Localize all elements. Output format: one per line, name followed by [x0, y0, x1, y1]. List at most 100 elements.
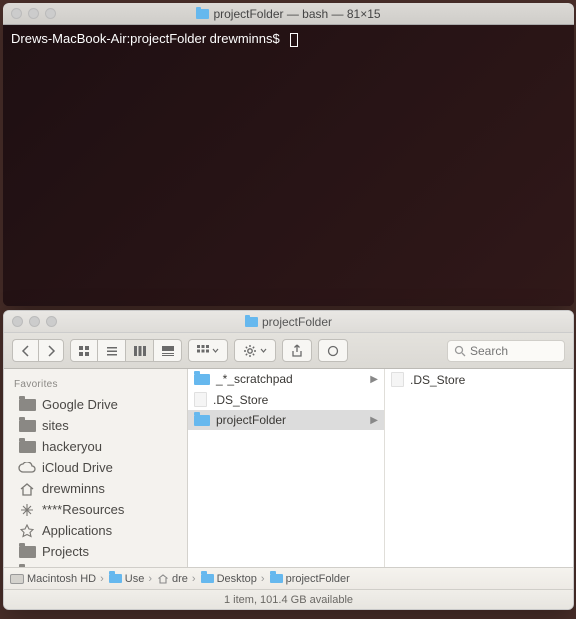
terminal-body[interactable]: Drews-MacBook-Air:projectFolder drewminn…: [3, 25, 574, 306]
crumb-label: projectFolder: [286, 573, 350, 585]
column-2[interactable]: .DS_Store: [385, 369, 573, 567]
share-button[interactable]: [282, 339, 312, 362]
sidebar-item-label: drewminns: [42, 481, 105, 496]
crumb-label: Macintosh HD: [27, 573, 96, 585]
hdd-icon: [10, 574, 24, 584]
action-button[interactable]: [234, 339, 276, 362]
folder-icon: [19, 399, 36, 411]
sidebar-item-label: ****Resources: [42, 502, 124, 517]
folder-icon: [19, 420, 36, 432]
path-crumb[interactable]: › Desktop: [190, 573, 257, 585]
file-item[interactable]: _*_scratchpad ▶: [188, 369, 384, 389]
disclosure-arrow-icon: ▶: [370, 374, 378, 385]
crumb-label: Desktop: [217, 573, 257, 585]
search-icon: [454, 345, 466, 357]
sparkle-icon: [20, 503, 34, 517]
view-mode-segment: [70, 339, 182, 362]
sidebar-item[interactable]: hackeryou: [4, 436, 187, 457]
cloud-icon: [18, 462, 36, 474]
terminal-titlebar[interactable]: projectFolder — bash — 81×15: [3, 3, 574, 25]
search-field[interactable]: [447, 340, 565, 362]
crumb-label: dre: [172, 573, 188, 585]
crumb-label: Use: [125, 573, 145, 585]
list-icon: [106, 345, 118, 357]
tag-icon: [327, 345, 339, 357]
folder-icon: [194, 374, 210, 385]
folder-icon: [201, 574, 214, 583]
sidebar-item[interactable]: Google Drive: [4, 394, 187, 415]
close-icon[interactable]: [12, 316, 23, 327]
minimize-icon[interactable]: [29, 316, 40, 327]
finder-title-text: projectFolder: [262, 315, 332, 329]
close-icon[interactable]: [11, 8, 22, 19]
tags-button[interactable]: [318, 339, 348, 362]
folder-icon: [19, 441, 36, 453]
zoom-icon[interactable]: [46, 316, 57, 327]
view-icons-button[interactable]: [70, 339, 98, 362]
chevron-left-icon: [21, 345, 30, 357]
folder-icon: [19, 567, 36, 568]
chevron-down-icon: [260, 348, 267, 353]
arrange-button[interactable]: [188, 339, 228, 362]
minimize-icon[interactable]: [28, 8, 39, 19]
chevron-right-icon: ›: [100, 573, 104, 585]
zoom-icon[interactable]: [45, 8, 56, 19]
search-input[interactable]: [470, 344, 550, 358]
sidebar-item[interactable]: iCloud Drive: [4, 457, 187, 478]
path-crumb[interactable]: › dre: [146, 573, 188, 585]
file-name: _*_scratchpad: [216, 372, 293, 386]
folder-icon: [194, 415, 210, 426]
file-name: projectFolder: [216, 413, 286, 427]
chevron-right-icon: ›: [148, 573, 152, 585]
path-crumb[interactable]: › Use: [98, 573, 144, 585]
sidebar-item[interactable]: sites: [4, 415, 187, 436]
path-crumb[interactable]: ›projectFolder: [259, 573, 350, 585]
back-button[interactable]: [12, 339, 38, 362]
forward-button[interactable]: [38, 339, 64, 362]
cursor-icon: [290, 33, 298, 47]
finder-columns: _*_scratchpad ▶ .DS_Store projectFolder▶ .D…: [188, 369, 573, 567]
file-name: .DS_Store: [213, 393, 268, 407]
view-list-button[interactable]: [98, 339, 126, 362]
file-item[interactable]: .DS_Store: [385, 369, 573, 390]
gear-icon: [243, 344, 257, 358]
finder-traffic-lights: [12, 316, 57, 327]
sidebar-item[interactable]: Projects: [4, 541, 187, 562]
view-coverflow-button[interactable]: [154, 339, 182, 362]
terminal-title: projectFolder — bash — 81×15: [196, 7, 380, 21]
terminal-traffic-lights: [11, 8, 56, 19]
folder-icon: [196, 9, 209, 19]
nav-buttons: [12, 339, 64, 362]
file-item[interactable]: .DS_Store: [188, 389, 384, 410]
sidebar-item-label: Google Drive: [42, 397, 118, 412]
status-bar: 1 item, 101.4 GB available: [4, 589, 573, 609]
file-icon: [391, 372, 404, 387]
path-bar[interactable]: Macintosh HD›Use›dre›Desktop›projectFold…: [4, 567, 573, 589]
folder-icon: [109, 574, 122, 583]
chevron-right-icon: [47, 345, 56, 357]
folder-icon: [270, 574, 283, 583]
sidebar-item[interactable]: drewminns: [4, 478, 187, 499]
sidebar-item[interactable]: ****Resources: [4, 499, 187, 520]
grid-small-icon: [197, 345, 209, 357]
folder-icon: [19, 546, 36, 558]
path-crumb[interactable]: Macintosh HD: [10, 573, 96, 585]
sidebar-item[interactable]: Applications: [4, 520, 187, 541]
finder-sidebar: Favorites Google Drive sites hackeryou iClo…: [4, 369, 188, 567]
file-name: .DS_Store: [410, 373, 465, 387]
file-item[interactable]: projectFolder▶: [188, 410, 384, 430]
terminal-prompt: Drews-MacBook-Air:projectFolder drewminn…: [11, 31, 280, 46]
share-icon: [291, 344, 303, 358]
sidebar-item-label: Applications: [42, 523, 112, 538]
column-1[interactable]: _*_scratchpad ▶ .DS_Store projectFolder▶: [188, 369, 385, 567]
terminal-title-text: projectFolder — bash — 81×15: [213, 7, 380, 21]
chevron-down-icon: [212, 348, 219, 353]
finder-titlebar[interactable]: projectFolder: [4, 311, 573, 333]
finder-body: Favorites Google Drive sites hackeryou iClo…: [4, 369, 573, 567]
view-columns-button[interactable]: [126, 339, 154, 362]
grid-icon: [78, 345, 90, 357]
sidebar-section-label: Favorites: [4, 377, 187, 394]
home-icon: [157, 573, 169, 585]
chevron-right-icon: ›: [192, 573, 196, 585]
sidebar-item-label: hackeryou: [42, 439, 102, 454]
